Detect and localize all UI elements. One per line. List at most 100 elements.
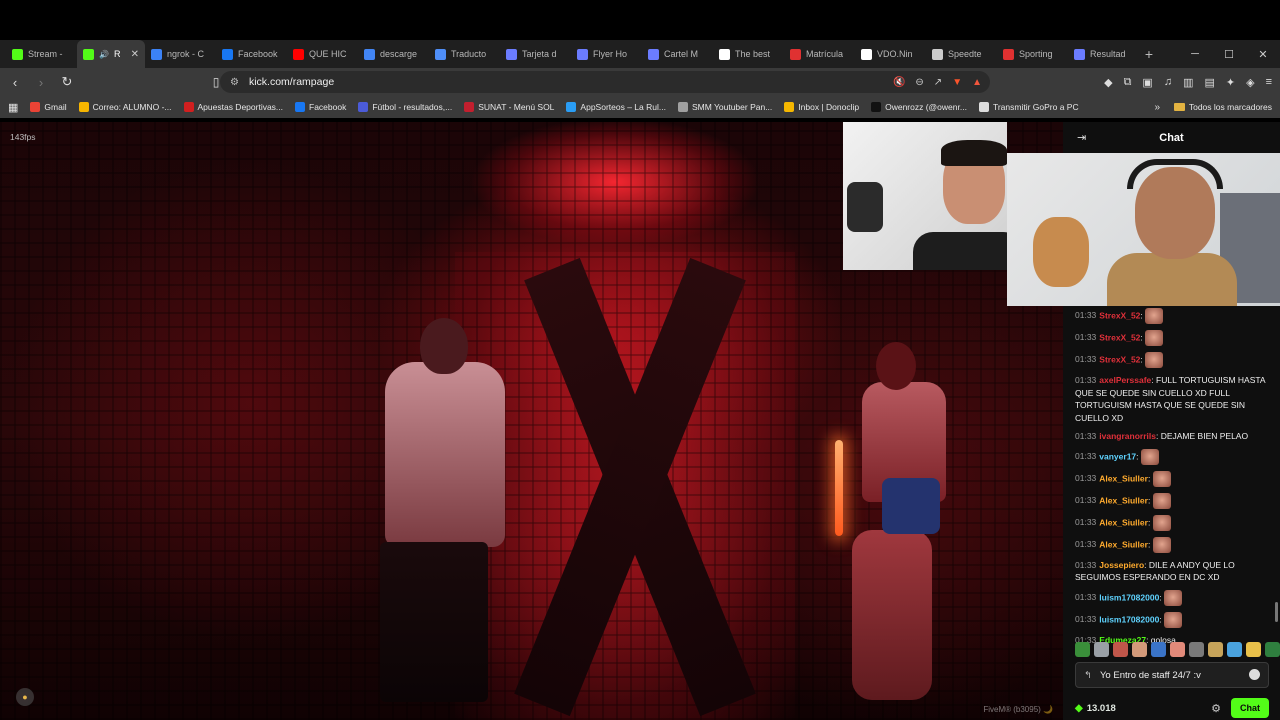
bookmark-item[interactable]: Transmitir GoPro a PC <box>978 102 1079 112</box>
quick-emote-icon[interactable] <box>1094 642 1109 657</box>
minimize-icon[interactable]: ─ <box>1178 48 1212 60</box>
message-username[interactable]: vanyer17 <box>1099 451 1136 461</box>
message-username[interactable]: Alex_Siuller <box>1099 495 1148 505</box>
bookmark-item[interactable]: Correo: ALUMNO -... <box>78 102 172 112</box>
message-username[interactable]: luism17082000 <box>1099 592 1159 602</box>
close-window-icon[interactable]: ✕ <box>1246 48 1280 61</box>
emoji-picker-icon[interactable] <box>1249 669 1260 680</box>
quick-emote-icon[interactable] <box>1189 642 1204 657</box>
quick-emote-icon[interactable] <box>1227 642 1242 657</box>
sidebar-icon[interactable]: ▥ <box>1183 76 1193 89</box>
channel-points[interactable]: ◆ 13.018 <box>1075 703 1116 714</box>
message-username[interactable]: ivangranorrils <box>1099 431 1156 441</box>
tab-favicon-icon <box>364 48 375 60</box>
browser-tab[interactable]: Cartel M <box>642 40 713 68</box>
message-username[interactable]: Alex_Siuller <box>1099 539 1148 549</box>
bookmark-item[interactable]: Apuestas Deportivas... <box>183 102 283 112</box>
forward-icon[interactable]: › <box>30 75 52 90</box>
browser-tab[interactable]: Tarjeta d <box>500 40 571 68</box>
chat-settings-icon[interactable]: ⚙ <box>1211 702 1221 715</box>
bookmark-label: Fútbol - resultados,... <box>372 102 453 112</box>
message-username[interactable]: StrexX_52 <box>1099 310 1140 320</box>
message-username[interactable]: Jossepiero <box>1099 560 1144 570</box>
browser-tab[interactable]: Resultad <box>1068 40 1139 68</box>
message-timestamp: 01:33 <box>1075 375 1097 385</box>
browser-tab[interactable]: Facebook <box>216 40 287 68</box>
browser-tab[interactable]: descarge <box>358 40 429 68</box>
quick-emote-icon[interactable] <box>1113 642 1128 657</box>
browser-tab[interactable]: Speedte <box>926 40 997 68</box>
bookmark-item[interactable]: AppSorteos – La Rul... <box>566 102 666 112</box>
quick-emote-icon[interactable] <box>1170 642 1185 657</box>
apps-grid-icon[interactable]: ▦ <box>8 101 18 114</box>
site-info-icon[interactable]: ⚙ <box>230 77 239 88</box>
quick-emote-icon[interactable] <box>1151 642 1166 657</box>
audio-playing-icon[interactable]: 🔊 <box>99 50 109 59</box>
browser-tab[interactable]: Matrícula <box>784 40 855 68</box>
character-male-head <box>420 318 468 374</box>
brave-shields-icon[interactable]: ▼ <box>952 77 962 88</box>
new-tab-button[interactable]: + <box>1139 46 1159 62</box>
message-username[interactable]: StrexX_52 <box>1099 332 1140 342</box>
tab-favicon-icon <box>861 48 872 60</box>
bookmark-item[interactable]: SUNAT - Menú SOL <box>464 102 554 112</box>
reload-icon[interactable]: ↻ <box>56 74 78 90</box>
address-bar[interactable]: ⚙ kick.com/rampage 🔇 ⊖ ↗ ▼ ▲ <box>220 71 990 93</box>
bookmark-label: Inbox | Donoclip <box>798 102 860 112</box>
mute-tab-icon[interactable]: 🔇 <box>893 77 905 88</box>
browser-tab[interactable]: Sporting <box>997 40 1068 68</box>
voice-indicator-icon: ● <box>16 688 34 706</box>
close-tab-icon[interactable]: ✕ <box>131 49 139 60</box>
bookmarks-overflow-button[interactable]: » <box>1154 102 1160 113</box>
bookmark-item[interactable]: SMM Youtuber Pan... <box>677 102 772 112</box>
game-watermark: FiveM® (b3095) 🌙 <box>983 705 1053 714</box>
extension-diamond-icon[interactable]: ◆ <box>1104 76 1112 89</box>
browser-tab[interactable]: Flyer Ho <box>571 40 642 68</box>
message-username[interactable]: Alex_Siuller <box>1099 517 1148 527</box>
webcam-overlay-2 <box>1007 153 1280 306</box>
message-username[interactable]: luism17082000 <box>1099 614 1159 624</box>
bookmark-item[interactable]: Inbox | Donoclip <box>784 102 859 112</box>
quick-emote-icon[interactable] <box>1208 642 1223 657</box>
extensions-puzzle-icon[interactable]: ⧉ <box>1124 76 1132 89</box>
browser-tab[interactable]: 🔊 R ✕ <box>77 40 145 68</box>
browser-tab[interactable]: The best <box>713 40 784 68</box>
quick-emote-icon[interactable] <box>1246 642 1261 657</box>
browser-tab[interactable]: Stream - <box>6 40 77 68</box>
message-username[interactable]: Alex_Siuller <box>1099 473 1148 483</box>
chat-input[interactable]: ↰ Yo Entro de staff 24/7 :v <box>1075 662 1269 688</box>
menu-icon[interactable]: ≡ <box>1266 76 1272 88</box>
bookmark-item[interactable]: Facebook <box>295 102 346 112</box>
browser-tab[interactable]: Traducto <box>429 40 500 68</box>
character-male-legs <box>380 542 488 702</box>
browser-tab[interactable]: VDO.Nin <box>855 40 926 68</box>
maximize-icon[interactable]: ☐ <box>1212 48 1246 61</box>
chat-send-button[interactable]: Chat <box>1231 698 1269 718</box>
vpn-icon[interactable]: ◈ <box>1246 76 1254 89</box>
browser-tab[interactable]: ngrok - C <box>145 40 216 68</box>
media-controls-icon[interactable]: ♫ <box>1164 76 1172 88</box>
browser-tab[interactable]: QUE HIC <box>287 40 358 68</box>
back-icon[interactable]: ‹ <box>4 75 26 90</box>
wallet-icon[interactable]: ▤ <box>1204 76 1214 89</box>
bookmark-item[interactable]: Gmail <box>30 102 67 112</box>
quick-emote-icon[interactable] <box>1075 642 1090 657</box>
tab-manager-icon[interactable]: ▣ <box>1142 76 1152 89</box>
message-username[interactable]: axelPerssafe <box>1099 375 1151 385</box>
chat-message: 01:33 vanyer17: <box>1075 448 1275 465</box>
bookmark-item[interactable]: Owenrozz (@owenr... <box>871 102 967 112</box>
brave-rewards-icon[interactable]: ▲ <box>972 77 982 88</box>
bookmark-item[interactable]: Fútbol - resultados,... <box>358 102 452 112</box>
quick-emote-icon[interactable] <box>1265 642 1280 657</box>
chat-scrollbar[interactable] <box>1275 602 1278 622</box>
all-bookmarks-folder[interactable]: Todos los marcadores <box>1173 102 1272 112</box>
tab-label: VDO.Nin <box>877 49 913 59</box>
chat-message: 01:33 Alex_Siuller: <box>1075 536 1275 553</box>
share-icon[interactable]: ↗ <box>934 77 942 88</box>
bookmark-favicon-icon <box>358 102 369 112</box>
quick-emote-icon[interactable] <box>1132 642 1147 657</box>
emote-icon <box>1140 448 1159 465</box>
message-username[interactable]: StrexX_52 <box>1099 354 1140 364</box>
leo-ai-icon[interactable]: ✦ <box>1226 76 1235 89</box>
zoom-icon[interactable]: ⊖ <box>915 77 923 88</box>
